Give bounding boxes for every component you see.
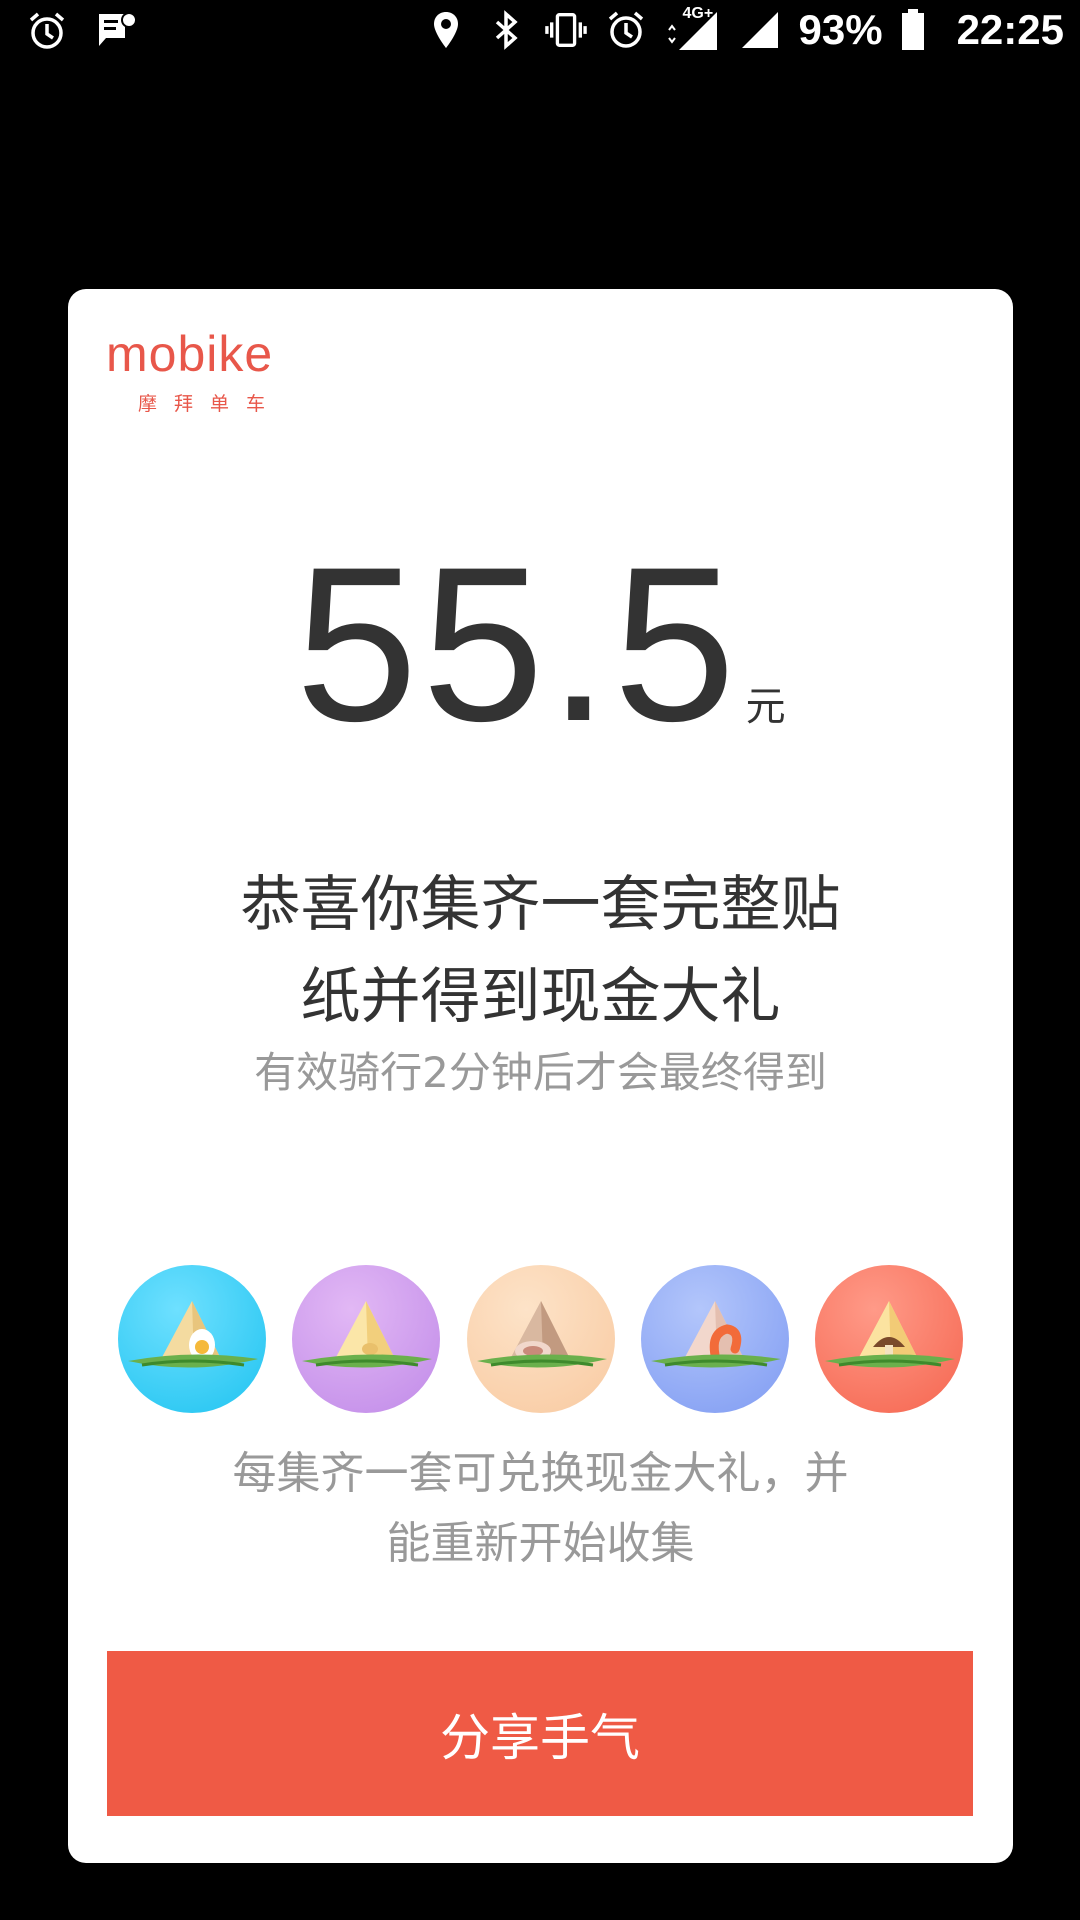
network-label: 4G+ <box>682 5 714 22</box>
sticker-set <box>118 1265 963 1413</box>
battery-percent: 93% <box>798 6 883 53</box>
description-line-1: 每集齐一套可兑换现金大礼，并 <box>232 1448 849 1499</box>
status-bar: 4G+ 93% 22:25 <box>0 0 1080 64</box>
logo-wordmark: mobike <box>106 326 274 382</box>
congrats-line-1: 恭喜你集齐一套完整贴 <box>240 870 841 940</box>
ride-hint: 有效骑行2分钟后才会最终得到 <box>254 1048 827 1097</box>
bluetooth-icon <box>485 9 527 51</box>
signal-4g-icon: 4G+ <box>665 5 721 51</box>
signal-icon <box>739 9 781 51</box>
clock: 22:25 <box>956 6 1064 53</box>
message-icon <box>96 10 138 52</box>
share-luck-button[interactable]: 分享手气 <box>107 1651 973 1816</box>
egg-zongzi-sticker <box>118 1265 266 1413</box>
description-line-2: 能重新开始收集 <box>386 1518 695 1569</box>
exchange-description: 每集齐一套可兑换现金大礼，并 能重新开始收集 <box>188 1439 893 1579</box>
sweet-zongzi-sticker <box>292 1265 441 1413</box>
battery-icon <box>901 9 925 51</box>
amount-unit: 元 <box>745 684 786 730</box>
congrats-line-2: 纸并得到现金大礼 <box>300 962 781 1032</box>
location-icon <box>425 9 467 51</box>
reward-card: mobike 摩拜单车 55.5 元 恭喜你集齐一套完整贴 纸并得到现金大礼 有效… <box>68 289 1013 1863</box>
mobike-logo: mobike 摩拜单车 <box>106 329 282 416</box>
alarm-icon <box>605 9 647 51</box>
vibrate-icon <box>544 9 587 51</box>
meat-zongzi-sticker <box>466 1265 615 1413</box>
mushroom-zongzi-sticker <box>815 1265 963 1413</box>
alarm-icon <box>26 10 68 52</box>
congrats-message: 恭喜你集齐一套完整贴 纸并得到现金大礼 <box>158 859 923 1043</box>
cash-amount: 55.5 元 <box>68 534 1013 754</box>
amount-value: 55.5 <box>295 521 740 767</box>
shrimp-zongzi-sticker <box>640 1265 789 1413</box>
logo-subtitle: 摩拜单车 <box>138 393 283 415</box>
